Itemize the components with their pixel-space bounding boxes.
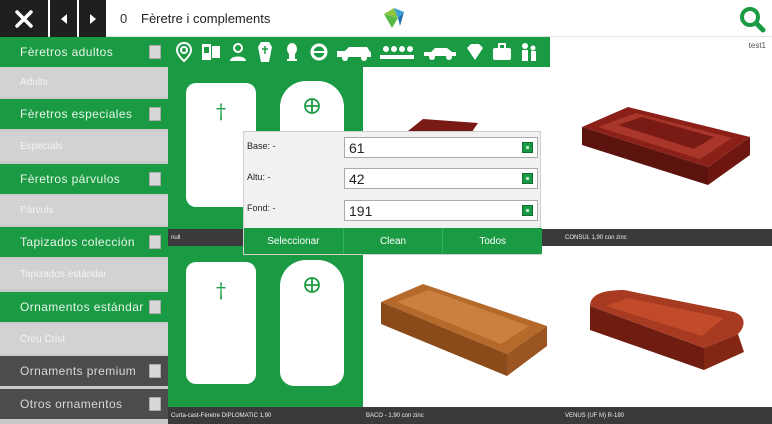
sidebar-item-label: Fèretros adultos	[20, 45, 114, 59]
dimension-filter-popup: Base: - 61 Altu: - 42 Fond: - 191 Selecc…	[243, 131, 542, 255]
close-icon	[15, 9, 33, 28]
fond-input[interactable]: 191	[344, 200, 538, 221]
car-icon[interactable]	[420, 40, 460, 64]
app-root: 0 Fèretre i complements test1 Fèretros a…	[0, 0, 772, 424]
cross-circle-icon	[304, 98, 320, 114]
base-input[interactable]: 61	[344, 137, 538, 158]
cart-count: 0	[120, 11, 128, 26]
previous-button[interactable]	[50, 0, 77, 37]
sidebar-item-label: Adults	[20, 76, 48, 88]
fond-value: 191	[349, 203, 373, 219]
brand-logo-icon	[384, 8, 404, 28]
sidebar-item-otros-ornamentos[interactable]: Otros ornamentos	[0, 389, 168, 419]
altu-input[interactable]: 42	[344, 168, 538, 189]
sidebar-item-label: Creu Crist	[20, 333, 66, 345]
sidebar-item-especials[interactable]: Especials	[0, 131, 168, 161]
sidebar-item-label: Otros ornamentos	[20, 397, 123, 411]
coffin-icon[interactable]	[253, 40, 277, 64]
close-button[interactable]	[0, 0, 48, 37]
sidebar-item-feretros-adultos[interactable]: Fèretros adultos	[0, 37, 168, 67]
top-bar: 0 Fèretre i complements	[0, 0, 772, 37]
sidebar-item-adults[interactable]: Adults	[0, 67, 168, 97]
select-button[interactable]: Seleccionar	[244, 228, 344, 254]
coffin-image	[590, 290, 744, 370]
base-value: 61	[349, 140, 365, 156]
all-button[interactable]: Todos	[443, 228, 542, 254]
sidebar-item-feretros-especiales[interactable]: Fèretros especiales	[0, 99, 168, 129]
next-button[interactable]	[79, 0, 106, 37]
expand-icon[interactable]	[149, 364, 161, 378]
sidebar-item-label: Ornaments premium	[20, 364, 137, 378]
person-icon[interactable]	[226, 40, 250, 64]
product-card[interactable]: † Curta-cast-Fèretre DIPLOMATIC 1,90	[168, 246, 363, 424]
coffin-image	[582, 107, 750, 185]
expand-icon[interactable]	[149, 107, 161, 121]
urn-icon[interactable]	[280, 40, 304, 64]
altu-checkbox[interactable]	[522, 173, 533, 184]
popup-button-bar: Seleccionar Clean Todos	[244, 228, 542, 254]
sidebar-item-label: Fèretros párvulos	[20, 172, 121, 186]
briefcase-icon[interactable]	[490, 40, 514, 64]
expand-icon[interactable]	[149, 235, 161, 249]
product-caption: Curta-cast-Fèretre DIPLOMATIC 1,90	[168, 407, 363, 424]
sidebar-item-tapizados-coleccion[interactable]: Tapizados colección	[0, 227, 168, 257]
cross-icon: †	[216, 99, 226, 123]
sidebar: Fèretros adultos Adults Fèretros especia…	[0, 37, 168, 424]
user-label: test1	[748, 41, 766, 50]
family-icon[interactable]	[517, 40, 541, 64]
expand-icon[interactable]	[149, 45, 161, 59]
sidebar-item-ornaments-premium[interactable]: Ornaments premium	[0, 356, 168, 386]
altu-value: 42	[349, 171, 365, 187]
sidebar-item-label: Tapizados colección	[20, 235, 135, 249]
cross-circle-icon	[304, 277, 320, 293]
page-title: Fèretre i complements	[141, 11, 271, 26]
cross-icon: †	[216, 278, 226, 302]
altu-label: Altu: -	[247, 172, 271, 182]
product-caption: CONSUL 1,90 con zinc	[562, 229, 772, 246]
sidebar-item-label: Ornamentos estándar	[20, 300, 144, 314]
sidebar-item-label: Especials	[20, 140, 63, 152]
photos-icon[interactable]	[199, 40, 223, 64]
base-checkbox[interactable]	[522, 142, 533, 153]
sidebar-item-creu-crist[interactable]: Creu Crist	[0, 324, 168, 354]
funeral-procession-icon[interactable]	[377, 40, 417, 64]
fond-label: Fond: -	[247, 203, 276, 213]
location-pin-icon[interactable]	[172, 40, 196, 64]
base-label: Base: -	[247, 141, 276, 151]
clean-button[interactable]: Clean	[344, 228, 444, 254]
hearse-icon[interactable]	[334, 40, 374, 64]
sidebar-item-parvuls[interactable]: Párvuls	[0, 195, 168, 225]
arrow-right-icon	[89, 13, 96, 24]
fond-checkbox[interactable]	[522, 205, 533, 216]
expand-icon[interactable]	[149, 397, 161, 411]
wreath-icon[interactable]	[307, 40, 331, 64]
product-card[interactable]: BACO - 1,90 con zinc	[363, 246, 562, 424]
sidebar-item-ornamentos-estandar[interactable]: Ornamentos estándar	[0, 292, 168, 322]
expand-icon[interactable]	[149, 172, 161, 186]
sidebar-item-label: Tapizados estándar	[20, 268, 107, 280]
category-icon-strip	[168, 37, 550, 67]
product-caption: VENUS (UF M) R-180	[562, 407, 772, 424]
diamond-icon[interactable]	[463, 40, 487, 64]
sidebar-item-label: Fèretros especiales	[20, 107, 133, 121]
product-caption: BACO - 1,90 con zinc	[363, 407, 562, 424]
product-card[interactable]: VENUS (UF M) R-180	[562, 246, 772, 424]
coffin-image	[381, 284, 547, 376]
search-icon[interactable]	[738, 5, 766, 33]
expand-icon[interactable]	[149, 300, 161, 314]
product-card[interactable]: CONSUL 1,90 con zinc	[562, 67, 772, 246]
sidebar-item-tapizados-estandar[interactable]: Tapizados estándar	[0, 259, 168, 289]
sidebar-item-label: Párvuls	[20, 204, 54, 216]
sidebar-item-feretros-parvulos[interactable]: Fèretros párvulos	[0, 164, 168, 194]
arrow-left-icon	[60, 13, 67, 24]
